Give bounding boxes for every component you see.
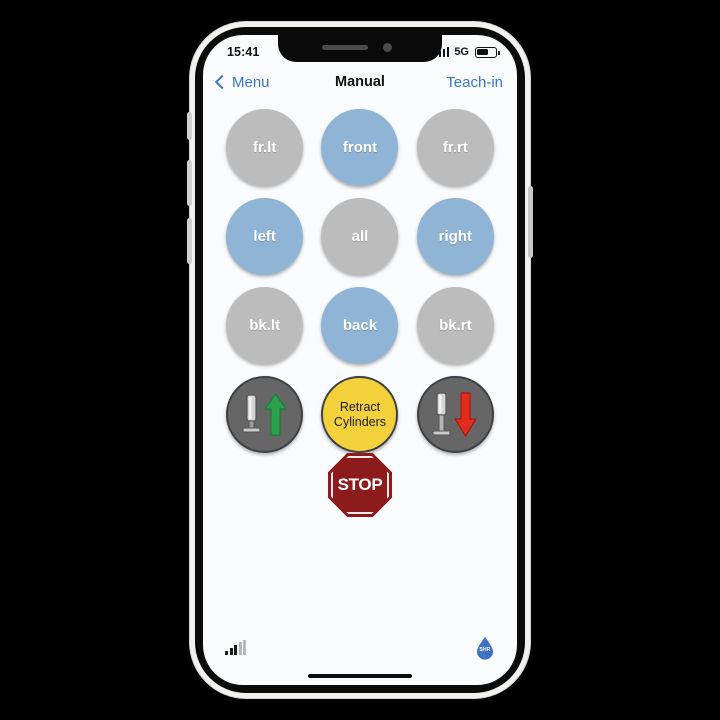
button-right[interactable]: right [416,198,494,275]
nav-bar: Menu Manual Teach-in [203,65,517,99]
button-fr-rt-label: fr.rt [442,138,468,156]
button-front-label: front [342,138,378,156]
phone-screen: 15:41 5G Menu Manual Teach-in fr.lt fron… [203,35,517,685]
button-retract-cylinders[interactable]: Retract Cylinders [321,376,399,453]
stop-button[interactable]: STOP [328,453,392,517]
button-bk-lt-label: bk.lt [249,316,281,334]
status-time: 15:41 [227,45,260,59]
button-lower-cylinders[interactable] [416,376,494,453]
button-back-label: back [342,316,378,334]
button-back[interactable]: back [321,287,399,364]
button-fr-rt[interactable]: fr.rt [416,109,494,186]
chevron-left-icon [214,74,230,90]
front-camera-icon [383,43,392,52]
network-type-label: 5G [454,46,469,58]
back-button[interactable]: Menu [214,73,270,91]
control-grid: fr.lt front fr.rt left all right bk.lt b… [203,109,517,453]
cylinder-up-arrow-icon [228,378,301,451]
battery-fill [477,48,489,56]
phone-frame: 15:41 5G Menu Manual Teach-in fr.lt fron… [190,22,530,698]
screenshot-root: 15:41 5G Menu Manual Teach-in fr.lt fron… [0,0,720,720]
battery-icon [475,46,500,58]
status-indicators: 5G [434,46,500,58]
signal-strength-icon [225,640,246,655]
button-fr-lt-label: fr.lt [252,138,277,156]
footer-bar: SHR [203,635,517,661]
button-front[interactable]: front [321,109,399,186]
button-bk-lt[interactable]: bk.lt [226,287,304,364]
power-button[interactable] [528,186,533,258]
silence-switch[interactable] [187,112,192,140]
button-all-label: all [351,227,369,245]
home-indicator[interactable] [308,674,412,678]
notch [278,35,442,62]
volume-up-button[interactable] [187,160,192,206]
brand-text: SHR [479,647,491,653]
water-droplet-icon[interactable]: SHR [475,636,495,660]
button-retract-cylinders-label: Retract Cylinders [333,399,387,429]
button-left-label: left [253,227,276,245]
button-bk-rt-label: bk.rt [439,316,472,334]
button-bk-rt[interactable]: bk.rt [416,287,494,364]
button-all[interactable]: all [321,198,399,275]
back-button-label: Menu [232,73,270,91]
cylinder-down-arrow-icon [419,378,492,451]
button-right-label: right [438,227,472,245]
stop-button-wrap: STOP [203,453,517,517]
button-fr-lt[interactable]: fr.lt [226,109,304,186]
button-left[interactable]: left [226,198,304,275]
teach-in-button[interactable]: Teach-in [446,74,503,91]
stop-button-label: STOP [337,475,383,494]
earpiece-speaker-icon [322,45,368,50]
button-extend-cylinders[interactable] [226,376,304,453]
volume-down-button[interactable] [187,218,192,264]
